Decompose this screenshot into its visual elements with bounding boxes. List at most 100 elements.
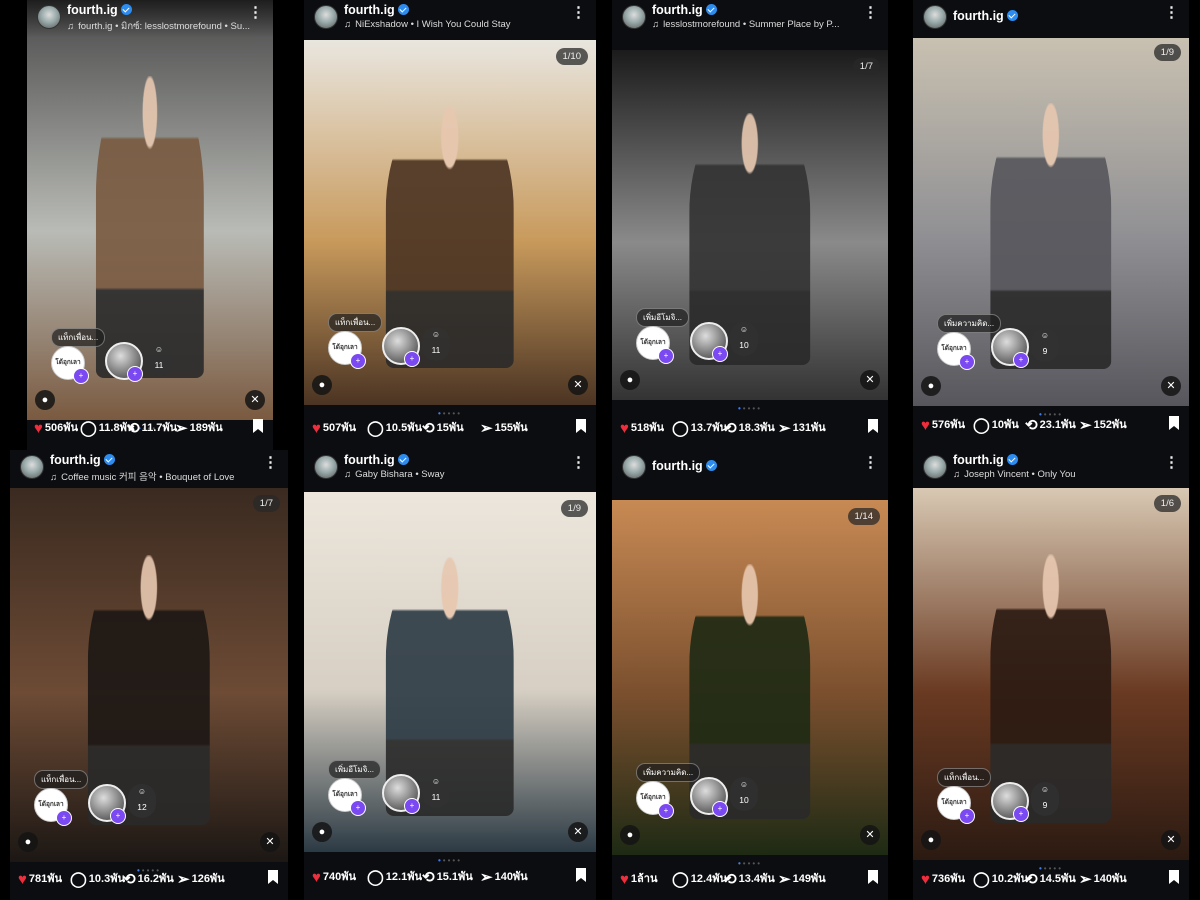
post-photo[interactable]: 1/7 แท็กเพื่อน... โด้อุกเลา + + ☺ 12 ● ✕ (10, 487, 288, 862)
bookmark-icon[interactable] (253, 419, 263, 433)
mute-icon[interactable]: ✕ (260, 832, 280, 852)
comment-button[interactable]: ◯ 10.5พัน (367, 417, 422, 439)
music-label[interactable]: ♫ Joseph Vincent • Only You (953, 469, 1076, 480)
post-photo[interactable]: 1/7 เพิ่มอีโมจิ... โด้อุกเลา + + ☺ 10 ● ✕ (612, 50, 888, 400)
repost-button[interactable]: ⟲ 23.1พัน (1025, 414, 1076, 436)
repost-button[interactable]: ⟲ 15พัน (422, 417, 464, 439)
more-vertical-icon[interactable]: ⋮ (571, 5, 586, 20)
username-text[interactable]: fourth.ig (344, 453, 395, 467)
share-button[interactable]: ➢ 140พัน (1079, 868, 1127, 890)
username[interactable]: fourth.ig (953, 9, 1018, 23)
more-vertical-icon[interactable]: ⋮ (571, 455, 586, 470)
more-vertical-icon[interactable]: ⋮ (863, 455, 878, 470)
avatar[interactable] (37, 5, 61, 29)
username[interactable]: fourth.ig (344, 453, 409, 467)
username-text[interactable]: fourth.ig (953, 453, 1004, 467)
tag-count[interactable]: ☺ 11 (145, 342, 173, 376)
post-photo[interactable]: แท็กเพื่อน... โด้อุกเลา + + ☺ 11 ● ✕ (27, 0, 273, 420)
tag-bubble[interactable]: เพิ่มอีโมจิ... (636, 308, 690, 327)
tag-count[interactable]: ☺ 11 (422, 774, 450, 808)
avatar[interactable] (923, 5, 947, 29)
person-icon[interactable]: ● (18, 832, 38, 852)
comment-button[interactable]: ◯ 10.2พัน (973, 868, 1028, 890)
share-button[interactable]: ➢ 131พัน (778, 417, 826, 439)
tag-row[interactable]: เพิ่มความคิด... โด้อุกเลา + + ☺ 10 (630, 763, 800, 833)
person-icon[interactable]: ● (620, 370, 640, 390)
tag-bubble[interactable]: เพิ่มความคิด... (937, 314, 1002, 333)
person-icon[interactable]: ● (312, 822, 332, 842)
comment-button[interactable]: ◯ 10พัน (973, 414, 1019, 436)
more-vertical-icon[interactable]: ⋮ (263, 455, 278, 470)
comment-button[interactable]: ◯ 12.1พัน (367, 866, 422, 888)
more-vertical-icon[interactable]: ⋮ (248, 5, 263, 20)
tag-count[interactable]: ☺ 9 (1031, 328, 1059, 362)
username-text[interactable]: fourth.ig (652, 3, 703, 17)
like-button[interactable]: ♥ 781พัน (18, 868, 62, 890)
share-button[interactable]: ➢ 126พัน (177, 868, 225, 890)
tag-count[interactable]: ☺ 11 (422, 327, 450, 361)
person-icon[interactable]: ● (921, 830, 941, 850)
post-photo[interactable]: 1/14 เพิ่มความคิด... โด้อุกเลา + + ☺ 10 ● ✕ (612, 500, 888, 855)
like-button[interactable]: ♥ 507พัน (312, 417, 356, 439)
music-label[interactable]: ♫ NiExshadow • I Wish You Could Stay (344, 19, 511, 30)
like-button[interactable]: ♥ 576พัน (921, 414, 965, 436)
tag-row[interactable]: เพิ่มความคิด... โด้อุกเลา + + ☺ 9 (931, 314, 1101, 384)
mute-icon[interactable]: ✕ (568, 375, 588, 395)
comment-button[interactable]: ◯ 12.4พัน (672, 868, 727, 890)
tag-bubble[interactable]: แท็กเพื่อน... (51, 328, 106, 347)
mute-icon[interactable]: ✕ (860, 825, 880, 845)
username[interactable]: fourth.ig (953, 453, 1018, 467)
comment-button[interactable]: ◯ 10.3พัน (70, 868, 125, 890)
bookmark-icon[interactable] (1169, 416, 1179, 430)
username[interactable]: fourth.ig (652, 3, 717, 17)
post-photo[interactable]: 1/6 แท็กเพื่อน... โด้อุกเลา + + ☺ 9 ● ✕ (913, 487, 1189, 860)
mute-icon[interactable]: ✕ (1161, 830, 1181, 850)
person-icon[interactable]: ● (921, 376, 941, 396)
like-button[interactable]: ♥ 506พัน (34, 417, 78, 439)
more-vertical-icon[interactable]: ⋮ (863, 5, 878, 20)
username[interactable]: fourth.ig (652, 459, 717, 473)
username-text[interactable]: fourth.ig (50, 453, 101, 467)
tag-bubble[interactable]: เพิ่มอีโมจิ... (328, 760, 382, 779)
tag-count[interactable]: ☺ 10 (730, 322, 758, 356)
tag-row[interactable]: แท็กเพื่อน... โด้อุกเลา + + ☺ 12 (28, 770, 198, 840)
avatar[interactable] (314, 455, 338, 479)
tag-row[interactable]: แท็กเพื่อน... โด้อุกเลา + + ☺ 9 (931, 768, 1101, 838)
username-text[interactable]: fourth.ig (67, 3, 118, 17)
avatar[interactable] (923, 455, 947, 479)
share-button[interactable]: ➢ 152พัน (1079, 414, 1127, 436)
tag-row[interactable]: แท็กเพื่อน... โด้อุกเลา + + ☺ 11 (45, 328, 215, 398)
username-text[interactable]: fourth.ig (953, 9, 1004, 23)
comment-button[interactable]: ◯ 13.7พัน (672, 417, 727, 439)
bookmark-icon[interactable] (868, 870, 878, 884)
repost-button[interactable]: ⟲ 14.5พัน (1025, 868, 1076, 890)
mute-icon[interactable]: ✕ (245, 390, 265, 410)
bookmark-icon[interactable] (1169, 870, 1179, 884)
person-icon[interactable]: ● (620, 825, 640, 845)
post-photo[interactable]: 1/9 เพิ่มอีโมจิ... โด้อุกเลา + + ☺ 11 ● ✕ (304, 492, 596, 852)
more-vertical-icon[interactable]: ⋮ (1164, 455, 1179, 470)
tag-count[interactable]: ☺ 9 (1031, 782, 1059, 816)
repost-button[interactable]: ⟲ 15.1พัน (422, 866, 473, 888)
music-label[interactable]: ♫ Gaby Bishara • Sway (344, 469, 445, 480)
repost-button[interactable]: ⟲ 13.4พัน (724, 868, 775, 890)
mute-icon[interactable]: ✕ (1161, 376, 1181, 396)
avatar[interactable] (622, 5, 646, 29)
bookmark-icon[interactable] (576, 419, 586, 433)
tag-row[interactable]: เพิ่มอีโมจิ... โด้อุกเลา + + ☺ 10 (630, 308, 800, 378)
like-button[interactable]: ♥ 740พัน (312, 866, 356, 888)
avatar[interactable] (622, 455, 646, 479)
like-button[interactable]: ♥ 1ล้าน (620, 868, 657, 890)
person-icon[interactable]: ● (35, 390, 55, 410)
tag-count[interactable]: ☺ 10 (730, 777, 758, 811)
post-photo[interactable]: 1/10 แท็กเพื่อน... โด้อุกเลา + + ☺ 11 ● ✕ (304, 40, 596, 405)
like-button[interactable]: ♥ 518พัน (620, 417, 664, 439)
tag-bubble[interactable]: แท็กเพื่อน... (937, 768, 992, 787)
repost-button[interactable]: ⟲ 11.7พัน (127, 417, 177, 439)
mute-icon[interactable]: ✕ (860, 370, 880, 390)
mute-icon[interactable]: ✕ (568, 822, 588, 842)
more-vertical-icon[interactable]: ⋮ (1164, 5, 1179, 20)
username[interactable]: fourth.ig (344, 3, 409, 17)
tag-row[interactable]: แท็กเพื่อน... โด้อุกเลา + + ☺ 11 (322, 313, 492, 383)
share-button[interactable]: ➢ 189พัน (175, 417, 223, 439)
